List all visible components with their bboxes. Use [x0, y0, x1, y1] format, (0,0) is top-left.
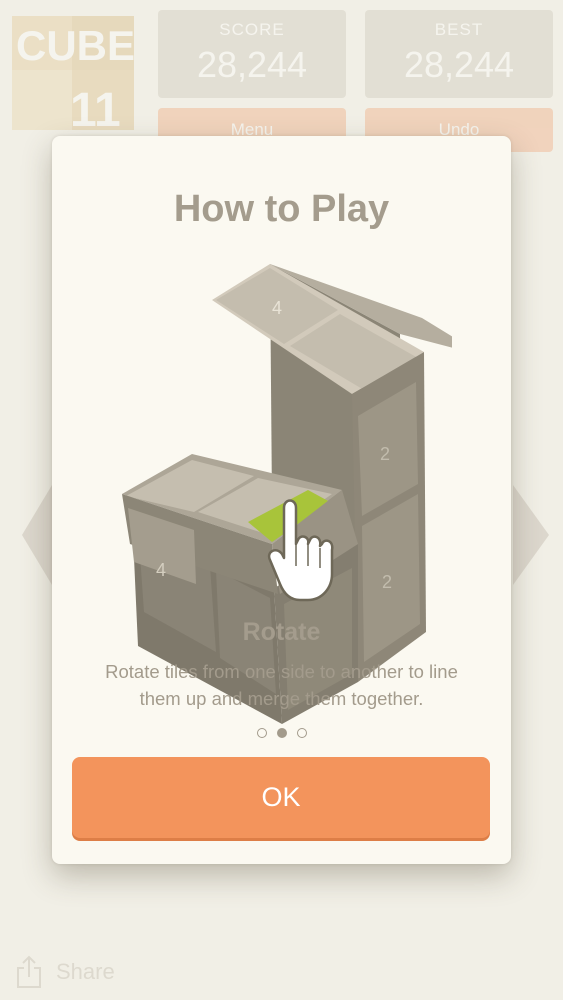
cube-11-logo: CUBE 11	[12, 16, 135, 136]
page-dot[interactable]	[296, 728, 307, 738]
how-to-play-dialog: How to Play 4 4 2 2 Rotate Rotate tiles …	[52, 136, 511, 864]
tile-number: 2	[380, 444, 390, 464]
best-box: BEST 28,244	[365, 10, 553, 98]
pagination-dots	[52, 728, 511, 738]
rotate-right-arrow-icon[interactable]	[513, 485, 549, 585]
tile-number: 4	[272, 298, 282, 318]
logo-text: CUBE	[16, 22, 135, 69]
ok-button[interactable]: OK	[72, 757, 490, 838]
slide-title: Rotate	[242, 618, 321, 646]
rotate-cube-illustration: 4 4 2 2	[122, 264, 452, 724]
score-box: SCORE 28,244	[158, 10, 346, 98]
slide-description: Rotate tiles from one side to another to…	[105, 661, 458, 709]
best-label: BEST	[434, 20, 484, 39]
share-button[interactable]: Share	[16, 955, 115, 989]
share-icon	[17, 955, 41, 988]
tile-number: 2	[382, 572, 392, 592]
tile-number: 4	[156, 560, 166, 580]
score-label: SCORE	[219, 20, 285, 39]
score-value: 28,244	[196, 44, 308, 85]
logo-number: 11	[70, 84, 121, 136]
page-dot[interactable]	[256, 728, 267, 738]
page-dot-active[interactable]	[276, 728, 287, 738]
dialog-title: How to Play	[173, 188, 390, 230]
best-value: 28,244	[403, 44, 515, 85]
rotate-left-arrow-icon[interactable]	[22, 485, 52, 585]
share-label: Share	[56, 959, 115, 984]
